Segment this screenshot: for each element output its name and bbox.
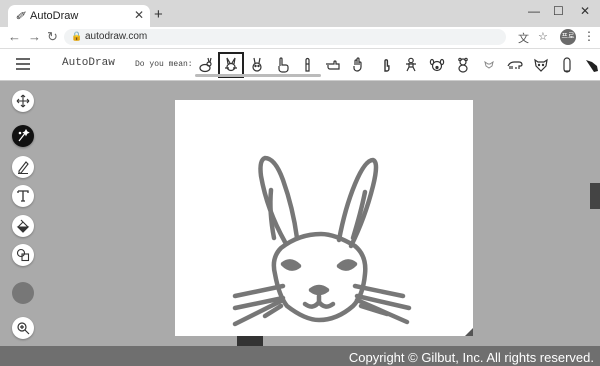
browser-menu-icon[interactable]: ⋮ bbox=[583, 29, 595, 43]
rabbit-face-icon bbox=[225, 57, 237, 72]
hamburger-menu-icon[interactable] bbox=[16, 58, 30, 73]
draw-tool-button[interactable] bbox=[12, 156, 34, 178]
zoom-tool-icon bbox=[17, 322, 30, 335]
move-tool-button[interactable] bbox=[12, 90, 34, 112]
browser-toolbar: ← → ↻ 🔒 autodraw.com 文 ☆ 프로 ⋮ bbox=[0, 27, 600, 49]
suggestion-lion-face[interactable] bbox=[531, 55, 551, 75]
vertical-scrollbar[interactable] bbox=[590, 183, 600, 209]
app-brand: AutoDraw bbox=[62, 57, 115, 69]
autodraw-tool-icon bbox=[18, 129, 30, 142]
screenshot: ✐ AutoDraw ✕ + — ☐ ✕ ← → ↻ 🔒 autodraw.co… bbox=[0, 0, 600, 346]
browser-tab-strip: ✐ AutoDraw ✕ + — ☐ ✕ bbox=[0, 0, 600, 27]
suggestion-pointing-hand[interactable] bbox=[272, 55, 292, 75]
shape-tool-icon bbox=[16, 248, 30, 262]
suggestion-bird[interactable] bbox=[582, 55, 600, 75]
raised-finger-icon bbox=[305, 57, 310, 72]
suggestion-hand-point[interactable] bbox=[323, 55, 343, 75]
bear-icon bbox=[507, 61, 523, 69]
back-button[interactable]: ← bbox=[8, 29, 21, 44]
hand-raised-icon bbox=[384, 59, 390, 72]
canvas-area bbox=[0, 81, 600, 346]
draw-tool-icon bbox=[18, 161, 29, 174]
tab-title: AutoDraw bbox=[30, 10, 79, 22]
hand-point-icon bbox=[326, 60, 340, 70]
suggestion-gingerbread[interactable] bbox=[401, 55, 421, 75]
bunny-face-icon bbox=[252, 57, 262, 72]
pointing-hand-icon bbox=[278, 57, 289, 73]
canvas-resize-handle[interactable] bbox=[465, 328, 473, 336]
cat-face-icon bbox=[484, 60, 494, 69]
did-you-mean-label: Do you mean: bbox=[135, 60, 193, 69]
text-tool-button[interactable] bbox=[12, 185, 34, 207]
bookmark-star-icon[interactable]: ☆ bbox=[538, 30, 548, 43]
url-text[interactable]: autodraw.com bbox=[85, 31, 147, 42]
hand-gesture-icon bbox=[353, 57, 362, 72]
translate-icon[interactable]: 文 bbox=[518, 30, 529, 46]
move-tool-icon bbox=[16, 94, 30, 108]
copyright-footer: Copyright © Gilbut, Inc. All rights rese… bbox=[348, 350, 594, 365]
shape-tool-button[interactable] bbox=[12, 244, 34, 266]
teddy-bear-icon bbox=[458, 57, 468, 73]
zoom-tool-button[interactable] bbox=[12, 317, 34, 339]
penguin-icon bbox=[563, 57, 571, 73]
maximize-button[interactable]: ☐ bbox=[553, 4, 564, 18]
new-tab-button[interactable]: + bbox=[154, 6, 163, 23]
rabbit-sitting-icon bbox=[199, 57, 212, 73]
autodraw-favicon-icon: ✐ bbox=[15, 9, 26, 23]
reload-button[interactable]: ↻ bbox=[47, 29, 58, 45]
suggestion-bunny-face[interactable] bbox=[247, 55, 267, 75]
minimize-button[interactable]: — bbox=[528, 4, 540, 18]
text-tool-icon bbox=[17, 190, 29, 202]
autodraw-tool-button[interactable] bbox=[12, 125, 34, 147]
suggestion-cat-face[interactable] bbox=[479, 55, 499, 75]
profile-avatar[interactable]: 프로 bbox=[560, 29, 576, 45]
browser-tab[interactable]: ✐ AutoDraw ✕ bbox=[8, 5, 150, 27]
suggestion-hand-raised[interactable] bbox=[376, 55, 396, 75]
suggestion-hand-gesture[interactable] bbox=[348, 55, 368, 75]
suggestion-teddy-bear[interactable] bbox=[453, 55, 473, 75]
lock-icon: 🔒 bbox=[71, 31, 83, 41]
fill-tool-icon bbox=[16, 219, 30, 233]
suggestion-dog-face[interactable] bbox=[427, 55, 447, 75]
lion-face-icon bbox=[534, 58, 548, 72]
suggestion-scrollbar[interactable] bbox=[195, 74, 321, 77]
gingerbread-icon bbox=[406, 57, 416, 72]
tab-close-icon[interactable]: ✕ bbox=[134, 8, 144, 22]
suggestion-bear[interactable] bbox=[505, 55, 525, 75]
suggestion-rabbit-sitting[interactable] bbox=[195, 55, 215, 75]
app-header: AutoDraw Do you mean: bbox=[0, 49, 600, 81]
color-picker-swatch[interactable] bbox=[12, 282, 34, 304]
bird-icon bbox=[586, 60, 598, 72]
horizontal-scrollbar[interactable] bbox=[237, 336, 263, 346]
suggestion-raised-finger[interactable] bbox=[298, 55, 318, 75]
fill-tool-button[interactable] bbox=[12, 215, 34, 237]
rabbit-drawing bbox=[232, 155, 412, 327]
close-window-button[interactable]: ✕ bbox=[580, 4, 590, 18]
drawing-canvas[interactable] bbox=[175, 100, 473, 336]
address-bar[interactable]: 🔒 autodraw.com 文 ☆ bbox=[64, 29, 548, 45]
suggestion-penguin[interactable] bbox=[557, 55, 577, 75]
dog-face-icon bbox=[429, 58, 445, 72]
forward-button[interactable]: → bbox=[28, 29, 41, 44]
